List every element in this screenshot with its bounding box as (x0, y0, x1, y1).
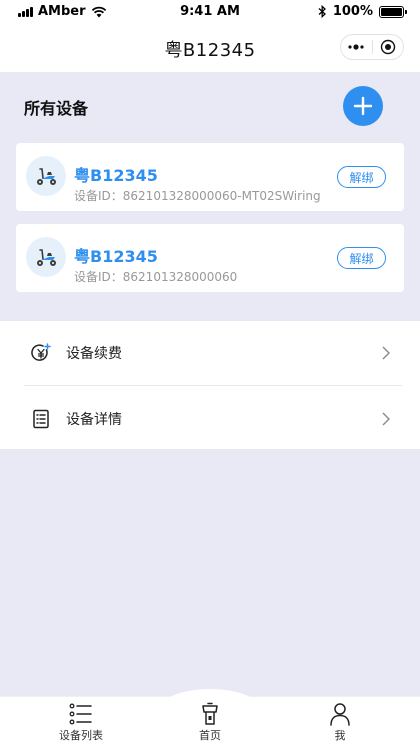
add-device-button[interactable] (343, 86, 383, 126)
status-bar: AMber 9:41 AM 100% (0, 0, 420, 24)
device-card[interactable]: 粤B12345 设备ID：862101328000060 解绑 (16, 224, 404, 292)
document-list-icon (33, 409, 49, 428)
tab-me[interactable]: 我 (305, 697, 375, 747)
scooter-icon (37, 249, 56, 266)
tab-label: 设备列表 (59, 729, 103, 742)
menu-divider (24, 385, 402, 386)
scooter-icon (37, 168, 56, 185)
chevron-right-icon (382, 346, 390, 359)
device-name: 粤B12345 (74, 166, 158, 185)
menu-item-renewal[interactable]: 设备续费 (0, 321, 420, 384)
battery-icon (379, 5, 407, 18)
battery-percent: 100% (332, 4, 373, 19)
home-icon (197, 702, 223, 726)
person-icon (327, 702, 353, 726)
menu-item-details[interactable]: 设备详情 (0, 387, 420, 450)
device-card[interactable]: 粤B12345 设备ID：862101328000060-MT02SWiring… (16, 143, 404, 211)
menu-label: 设备续费 (66, 345, 122, 362)
tab-device-list[interactable]: 设备列表 (46, 697, 116, 747)
more-dots-icon (348, 44, 364, 50)
device-avatar (26, 237, 66, 277)
more-button[interactable] (341, 35, 372, 59)
chevron-right-icon (382, 412, 390, 425)
status-right: 100% (318, 4, 407, 19)
device-id: 设备ID：862101328000060 (74, 270, 238, 284)
tab-label: 首页 (199, 729, 221, 742)
list-icon (68, 702, 94, 726)
unbind-button[interactable]: 解绑 (337, 166, 386, 188)
section-title: 所有设备 (24, 99, 89, 118)
nav-bar: 粤B12345 (0, 24, 420, 72)
target-close-icon (380, 39, 395, 55)
device-menu: 设备续费 设备详情 (0, 321, 420, 449)
device-name: 粤B12345 (74, 247, 158, 266)
device-id: 设备ID：862101328000060-MT02SWiring (74, 189, 321, 203)
menu-label: 设备详情 (66, 411, 122, 428)
tab-label: 我 (334, 729, 346, 742)
bluetooth-icon (318, 5, 326, 18)
yuan-plus-icon (31, 342, 51, 361)
tab-home[interactable]: 首页 (175, 697, 245, 747)
device-avatar (26, 156, 66, 196)
mini-program-capsule (340, 34, 404, 60)
close-program-button[interactable] (373, 35, 404, 59)
plus-icon (353, 96, 373, 116)
unbind-button[interactable]: 解绑 (337, 247, 386, 269)
